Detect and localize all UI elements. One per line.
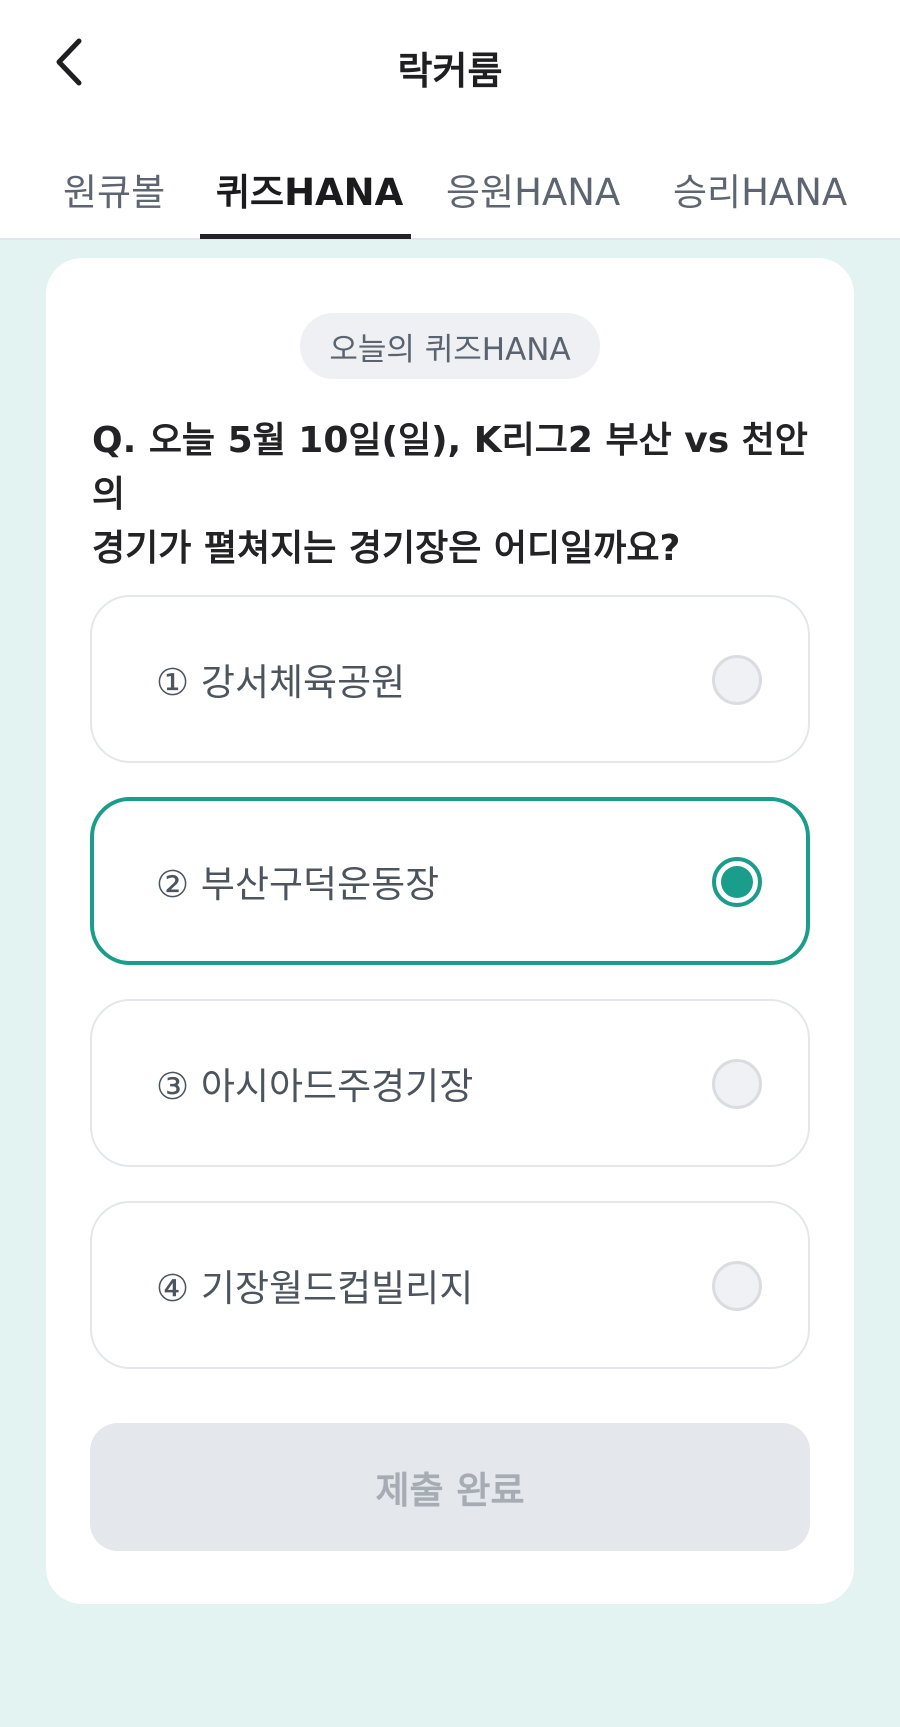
submit-button[interactable]: 제출 완료 xyxy=(90,1423,810,1551)
tab-quiz-hana[interactable]: 퀴즈HANA xyxy=(216,162,403,216)
answer-option-2[interactable]: ② 부산구덕운동장 xyxy=(90,797,810,965)
radio-button[interactable] xyxy=(712,1261,762,1311)
answer-option-label: ④ 기장월드컵빌리지 xyxy=(156,1267,474,1310)
answer-option-3[interactable]: ③ 아시아드주경기장 xyxy=(90,999,810,1167)
question-line-1: Q. 오늘 5월 10일(일), K리그2 부산 vs 천안의 xyxy=(92,420,808,515)
question-line-2: 경기가 펼쳐지는 경기장은 어디일까요? xyxy=(92,528,681,569)
tab-bar: 원큐볼 퀴즈HANA 응원HANA 승리HANA xyxy=(0,150,900,240)
page-title: 락커룸 xyxy=(397,49,503,93)
tab-victory-hana[interactable]: 승리HANA xyxy=(673,162,847,216)
answer-option-label: ② 부산구덕운동장 xyxy=(156,863,440,906)
quiz-badge: 오늘의 퀴즈HANA xyxy=(300,313,600,379)
answer-option-label: ③ 아시아드주경기장 xyxy=(156,1065,474,1108)
top-bar: 락커룸 원큐볼 퀴즈HANA 응원HANA 승리HANA xyxy=(0,0,900,240)
answer-option-1[interactable]: ① 강서체육공원 xyxy=(90,595,810,763)
radio-button[interactable] xyxy=(712,1059,762,1109)
tab-cheer-hana[interactable]: 응원HANA xyxy=(446,162,620,216)
quiz-card: 오늘의 퀴즈HANA Q. 오늘 5월 10일(일), K리그2 부산 vs 천… xyxy=(46,258,854,1604)
answer-option-4[interactable]: ④ 기장월드컵빌리지 xyxy=(90,1201,810,1369)
answer-option-label: ① 강서체육공원 xyxy=(156,661,406,704)
quiz-question: Q. 오늘 5월 10일(일), K리그2 부산 vs 천안의 경기가 펼쳐지는… xyxy=(92,414,822,576)
active-tab-indicator xyxy=(200,234,411,239)
radio-button-selected[interactable] xyxy=(712,857,762,907)
tab-onequeue-ball[interactable]: 원큐볼 xyxy=(63,162,165,216)
header: 락커룸 xyxy=(0,0,900,128)
radio-button[interactable] xyxy=(712,655,762,705)
radio-checked-dot xyxy=(721,866,753,898)
